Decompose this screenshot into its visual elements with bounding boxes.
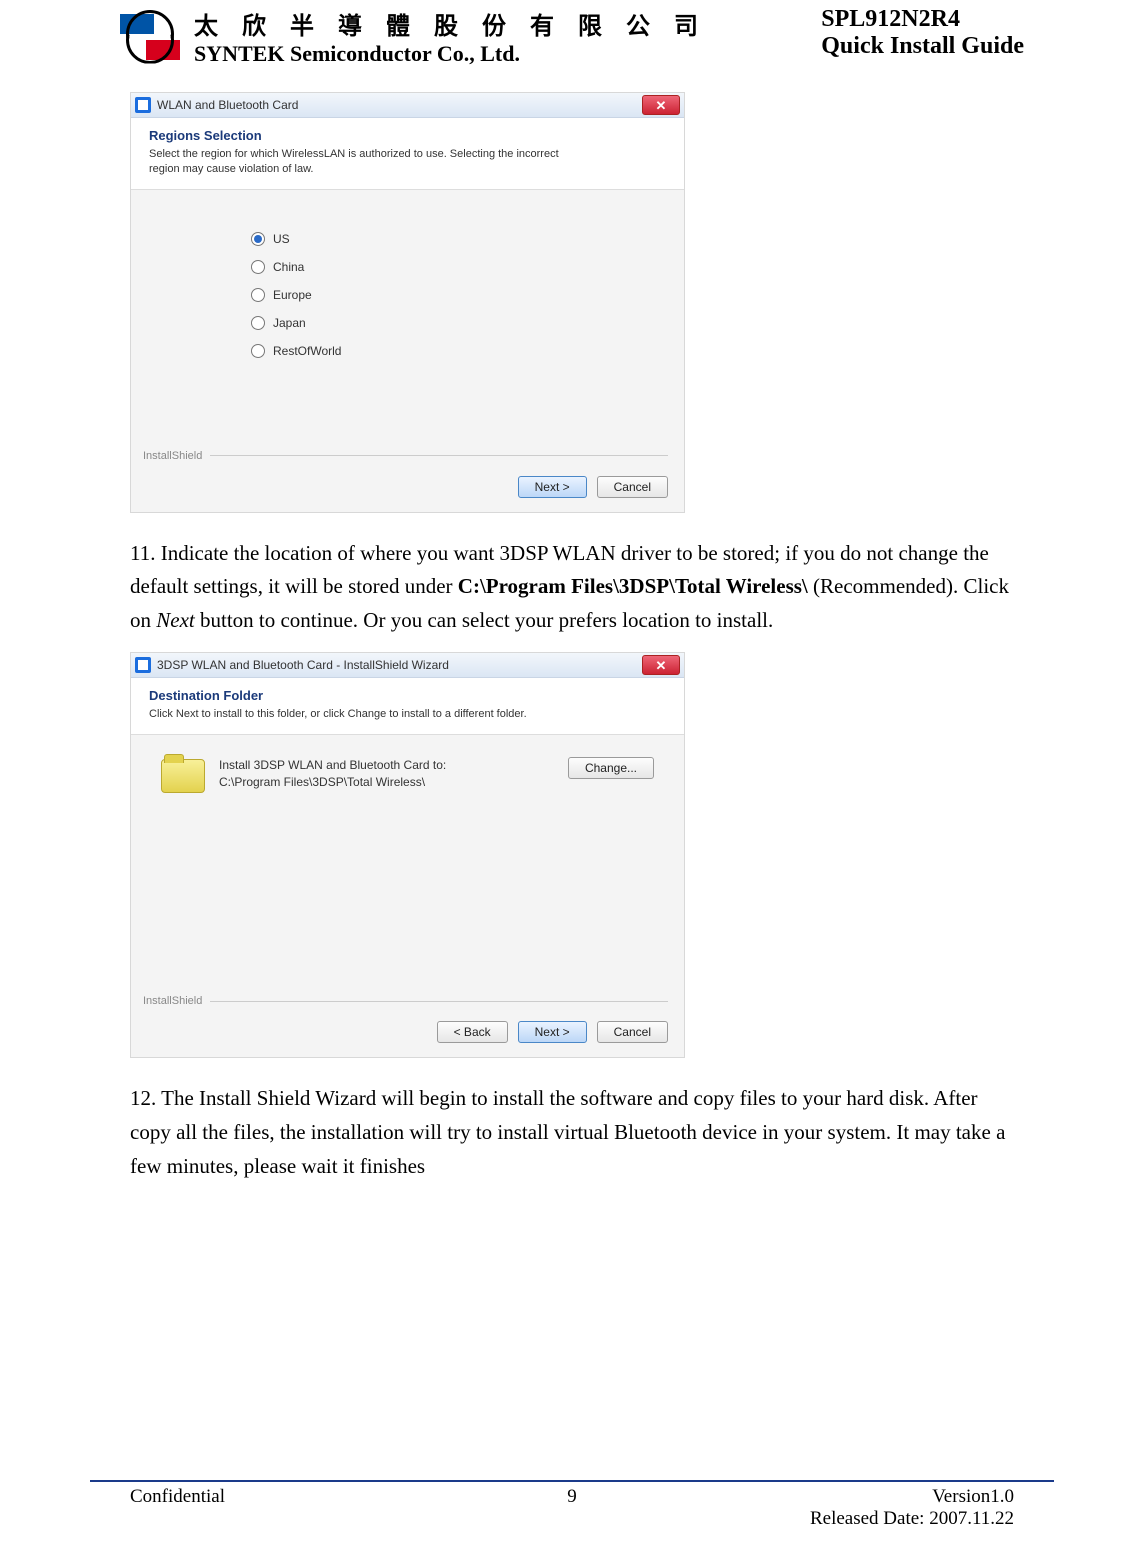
radio-label: China bbox=[273, 260, 304, 274]
cancel-button[interactable]: Cancel bbox=[597, 1021, 668, 1043]
italic-next: Next bbox=[156, 608, 194, 632]
radio-group-panel: US China Europe Japan RestOfWorld bbox=[131, 190, 684, 450]
change-button[interactable]: Change... bbox=[568, 757, 654, 779]
next-button[interactable]: Next > bbox=[518, 476, 587, 498]
radio-icon bbox=[251, 260, 265, 274]
header-left: 太 欣 半 導 體 股 份 有 限 公 司 SYNTEK Semiconduct… bbox=[120, 6, 707, 67]
text-segment: button to continue. Or you can select yo… bbox=[195, 608, 774, 632]
divider bbox=[210, 455, 668, 456]
destination-text: Install 3DSP WLAN and Bluetooth Card to:… bbox=[219, 757, 554, 791]
back-button[interactable]: < Back bbox=[437, 1021, 508, 1043]
footer-divider bbox=[90, 1480, 1054, 1482]
close-button[interactable]: ✕ bbox=[642, 655, 680, 675]
screenshot-destination-folder: 3DSP WLAN and Bluetooth Card - InstallSh… bbox=[130, 652, 685, 1058]
installshield-label-row: InstallShield bbox=[131, 995, 684, 1011]
dest-line2: C:\Program Files\3DSP\Total Wireless\ bbox=[219, 774, 554, 791]
text-segment: The Install Shield Wizard will begin to … bbox=[130, 1086, 1005, 1177]
company-name-cn: 太 欣 半 導 體 股 份 有 限 公 司 bbox=[194, 6, 707, 41]
radio-option-us[interactable]: US bbox=[251, 232, 644, 246]
banner-subtitle: Select the region for which WirelessLAN … bbox=[149, 147, 579, 177]
page-footer: Confidential 9 Version1.0 Released Date:… bbox=[0, 1486, 1144, 1530]
radio-option-europe[interactable]: Europe bbox=[251, 288, 644, 302]
step-number: 11. bbox=[130, 541, 155, 565]
footer-page-number: 9 bbox=[0, 1486, 1144, 1508]
radio-icon bbox=[251, 288, 265, 302]
footer-released-date: Released Date: 2007.11.22 bbox=[810, 1508, 1014, 1530]
installshield-label: InstallShield bbox=[143, 450, 202, 462]
step-number: 12. bbox=[130, 1086, 156, 1110]
radio-label: Europe bbox=[273, 288, 312, 302]
radio-label: RestOfWorld bbox=[273, 344, 341, 358]
close-icon: ✕ bbox=[656, 659, 667, 672]
page-header: 太 欣 半 導 體 股 份 有 限 公 司 SYNTEK Semiconduct… bbox=[0, 0, 1144, 77]
model-number: SPL912N2R4 bbox=[821, 6, 1024, 33]
company-logo-icon bbox=[120, 10, 180, 64]
radio-icon bbox=[251, 344, 265, 358]
radio-icon bbox=[251, 316, 265, 330]
window-titlebar: 3DSP WLAN and Bluetooth Card - InstallSh… bbox=[131, 653, 684, 678]
radio-option-restofworld[interactable]: RestOfWorld bbox=[251, 344, 644, 358]
document-page: 太 欣 半 導 體 股 份 有 限 公 司 SYNTEK Semiconduct… bbox=[0, 0, 1144, 1544]
close-icon: ✕ bbox=[656, 99, 667, 112]
window-title: 3DSP WLAN and Bluetooth Card - InstallSh… bbox=[135, 657, 449, 673]
dialog-button-bar: Next > Cancel bbox=[131, 466, 684, 512]
bold-path: C:\Program Files\3DSP\Total Wireless\ bbox=[458, 574, 808, 598]
dialog-button-bar: < Back Next > Cancel bbox=[131, 1011, 684, 1057]
screenshot-regions-selection: WLAN and Bluetooth Card ✕ Regions Select… bbox=[130, 92, 685, 513]
step-12-text: 12. The Install Shield Wizard will begin… bbox=[130, 1082, 1014, 1183]
installshield-label-row: InstallShield bbox=[131, 450, 684, 466]
company-name-en: SYNTEK Semiconductor Co., Ltd. bbox=[194, 41, 707, 67]
window-titlebar: WLAN and Bluetooth Card ✕ bbox=[131, 93, 684, 118]
radio-label: Japan bbox=[273, 316, 306, 330]
divider bbox=[210, 1001, 668, 1002]
dialog-banner: Destination Folder Click Next to install… bbox=[131, 678, 684, 735]
radio-label: US bbox=[273, 232, 290, 246]
cancel-button[interactable]: Cancel bbox=[597, 476, 668, 498]
window-title: WLAN and Bluetooth Card bbox=[135, 97, 298, 113]
radio-option-china[interactable]: China bbox=[251, 260, 644, 274]
radio-option-japan[interactable]: Japan bbox=[251, 316, 644, 330]
guide-title: Quick Install Guide bbox=[821, 33, 1024, 60]
header-right: SPL912N2R4 Quick Install Guide bbox=[821, 6, 1024, 67]
folder-icon bbox=[161, 759, 205, 793]
page-content: WLAN and Bluetooth Card ✕ Regions Select… bbox=[0, 92, 1144, 1183]
next-button[interactable]: Next > bbox=[518, 1021, 587, 1043]
banner-title: Regions Selection bbox=[149, 128, 666, 143]
banner-title: Destination Folder bbox=[149, 688, 666, 703]
step-11-text: 11. Indicate the location of where you w… bbox=[130, 537, 1014, 638]
banner-subtitle: Click Next to install to this folder, or… bbox=[149, 707, 579, 722]
app-icon bbox=[135, 97, 151, 113]
dialog-banner: Regions Selection Select the region for … bbox=[131, 118, 684, 190]
destination-row: Install 3DSP WLAN and Bluetooth Card to:… bbox=[151, 753, 664, 797]
dest-line1: Install 3DSP WLAN and Bluetooth Card to: bbox=[219, 757, 554, 774]
radio-icon bbox=[251, 232, 265, 246]
installshield-label: InstallShield bbox=[143, 995, 202, 1007]
destination-panel: Install 3DSP WLAN and Bluetooth Card to:… bbox=[131, 735, 684, 995]
close-button[interactable]: ✕ bbox=[642, 95, 680, 115]
window-title-text: WLAN and Bluetooth Card bbox=[157, 98, 298, 112]
company-name-block: 太 欣 半 導 體 股 份 有 限 公 司 SYNTEK Semiconduct… bbox=[194, 6, 707, 67]
app-icon bbox=[135, 657, 151, 673]
window-title-text: 3DSP WLAN and Bluetooth Card - InstallSh… bbox=[157, 658, 449, 672]
